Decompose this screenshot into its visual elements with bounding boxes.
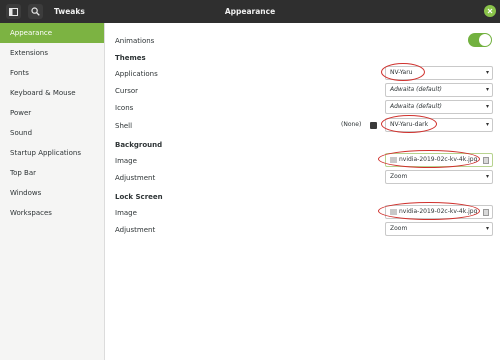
sidebar-item-extensions[interactable]: Extensions — [0, 43, 104, 63]
file-name: nvidia-2019-02c-kv-4k.jpg — [399, 208, 478, 215]
sidebar-item-label: Sound — [10, 129, 33, 137]
background-heading: Background — [115, 141, 163, 149]
icons-label: Icons — [115, 104, 134, 112]
applications-label: Applications — [115, 70, 158, 78]
lock-screen-image-label: Image — [115, 209, 137, 217]
sidebar-item-label: Fonts — [10, 69, 29, 77]
shell-theme-combo[interactable]: NV-Yaru-dark ▾ — [385, 118, 493, 132]
themes-heading: Themes — [115, 54, 146, 62]
sidebar-item-label: Appearance — [10, 29, 53, 37]
sidebar-item-label: Windows — [10, 189, 42, 197]
background-adjustment-label: Adjustment — [115, 174, 156, 182]
panel-icon — [9, 7, 18, 16]
sidebar-item-appearance[interactable]: Appearance — [0, 23, 104, 43]
switch-knob — [479, 34, 491, 46]
image-file-icon — [390, 156, 397, 163]
close-icon — [487, 8, 493, 14]
chevron-down-icon: ▾ — [485, 173, 489, 180]
file-name: nvidia-2019-02c-kv-4k.jpg — [399, 156, 478, 163]
icons-theme-combo[interactable]: Adwaita (default) ▾ — [385, 100, 493, 114]
sidebar-item-label: Top Bar — [10, 169, 37, 177]
image-file-icon — [390, 208, 397, 215]
combo-value: Zoom — [390, 173, 408, 180]
cursor-theme-combo[interactable]: Adwaita (default) ▾ — [385, 83, 493, 97]
combo-value: NV-Yaru — [390, 69, 413, 76]
sidebar-item-label: Power — [10, 109, 32, 117]
combo-value: Adwaita (default) — [390, 103, 442, 110]
document-icon — [483, 157, 489, 164]
sidebar-item-windows[interactable]: Windows — [0, 183, 104, 203]
chevron-down-icon: ▾ — [485, 103, 489, 110]
background-image-chooser[interactable]: nvidia-2019-02c-kv-4k.jpg — [385, 153, 493, 167]
animations-label: Animations — [115, 37, 155, 45]
chevron-down-icon: ▾ — [485, 69, 489, 76]
warning-icon — [370, 122, 377, 129]
background-image-label: Image — [115, 157, 137, 165]
sidebar-item-workspaces[interactable]: Workspaces — [0, 203, 104, 223]
sidebar-item-power[interactable]: Power — [0, 103, 104, 123]
app-title: Tweaks — [54, 7, 85, 16]
sidebar-item-fonts[interactable]: Fonts — [0, 63, 104, 83]
shell-none-label: (None) — [341, 121, 362, 128]
document-icon — [483, 209, 489, 216]
sidebar-item-label: Workspaces — [10, 209, 52, 217]
main-pane: Animations Themes Applications NV-Yaru ▾… — [105, 23, 500, 360]
cursor-label: Cursor — [115, 87, 139, 95]
search-icon — [31, 7, 40, 16]
sidebar: Appearance Extensions Fonts Keyboard & M… — [0, 23, 105, 360]
lock-screen-adjustment-combo[interactable]: Zoom ▾ — [385, 222, 493, 236]
shell-label: Shell — [115, 122, 133, 130]
combo-value: NV-Yaru-dark — [390, 121, 429, 128]
sidebar-item-label: Keyboard & Mouse — [10, 89, 76, 97]
background-adjustment-combo[interactable]: Zoom ▾ — [385, 170, 493, 184]
combo-value: Adwaita (default) — [390, 86, 442, 93]
chevron-down-icon: ▾ — [485, 225, 489, 232]
chevron-down-icon: ▾ — [485, 121, 489, 128]
combo-value: Zoom — [390, 225, 408, 232]
chevron-down-icon: ▾ — [485, 86, 489, 93]
sidebar-item-label: Extensions — [10, 49, 49, 57]
animations-switch[interactable] — [468, 33, 492, 47]
sidebar-item-label: Startup Applications — [10, 149, 81, 157]
sidebar-item-startup-applications[interactable]: Startup Applications — [0, 143, 104, 163]
panel-toggle-button[interactable] — [6, 4, 21, 19]
header-bar: Tweaks Appearance — [0, 0, 500, 23]
applications-theme-combo[interactable]: NV-Yaru ▾ — [385, 66, 493, 80]
lock-screen-image-chooser[interactable]: nvidia-2019-02c-kv-4k.jpg — [385, 205, 493, 219]
lock-screen-heading: Lock Screen — [115, 193, 163, 201]
search-button[interactable] — [28, 4, 43, 19]
sidebar-item-sound[interactable]: Sound — [0, 123, 104, 143]
lock-screen-adjustment-label: Adjustment — [115, 226, 156, 234]
close-button[interactable] — [484, 5, 496, 17]
sidebar-item-top-bar[interactable]: Top Bar — [0, 163, 104, 183]
sidebar-item-keyboard-mouse[interactable]: Keyboard & Mouse — [0, 83, 104, 103]
